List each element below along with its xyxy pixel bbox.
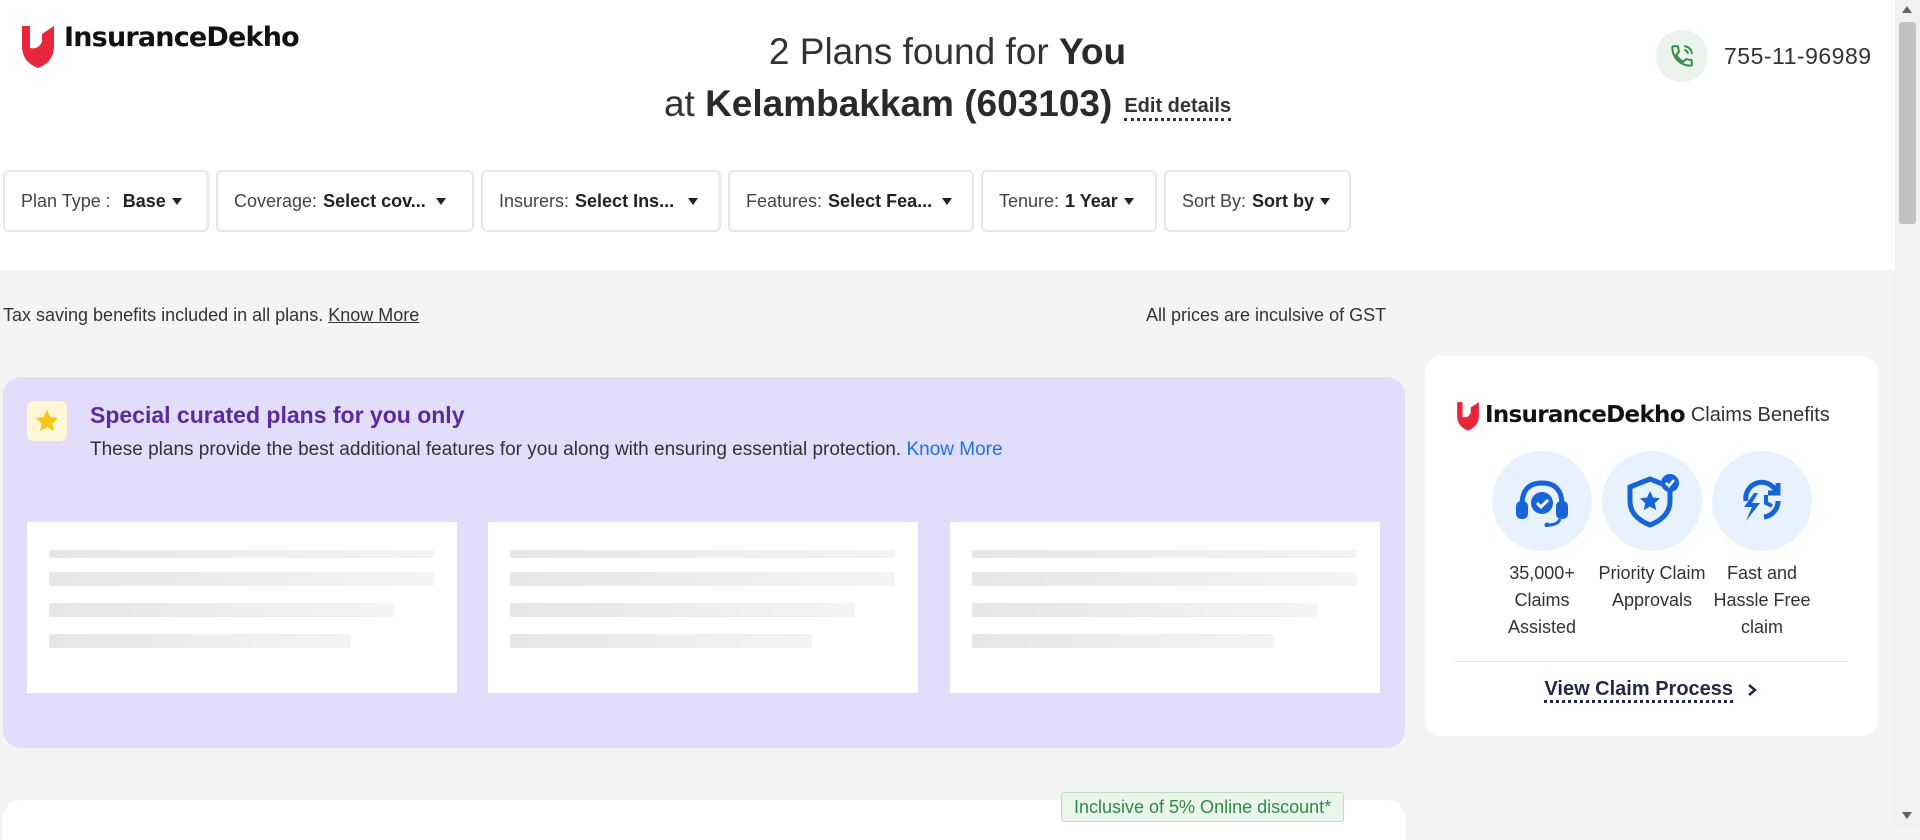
filter-value: Select cov...: [323, 190, 426, 211]
scrollbar-thumb[interactable]: [1899, 22, 1916, 224]
fast-refresh-icon: [1712, 451, 1812, 551]
claims-header: InsuranceDekho Claims Benefits: [1453, 398, 1830, 432]
vertical-scrollbar[interactable]: [1895, 0, 1920, 827]
skeleton-line: [49, 572, 434, 586]
filter-tenure[interactable]: Tenure: 1 Year: [981, 170, 1157, 232]
scroll-down-arrow-icon[interactable]: [1902, 812, 1912, 819]
benefit-text: claim: [1740, 617, 1783, 637]
edit-details-link[interactable]: Edit details: [1124, 95, 1232, 122]
filter-value: Base: [122, 190, 166, 211]
filter-value: Select Fea...: [828, 190, 933, 211]
skeleton-line: [510, 550, 895, 558]
filter-label: Sort By:: [1182, 190, 1247, 211]
filter-value: 1 Year: [1065, 190, 1118, 211]
claims-brand: InsuranceDekho: [1485, 402, 1686, 428]
claims-heading: Claims Benefits: [1690, 403, 1830, 426]
skeleton-line: [49, 603, 394, 617]
location-pincode: Kelambakkam (603103): [705, 83, 1113, 124]
filter-bar: Plan Type : Base Coverage: Select cov...…: [3, 170, 1358, 232]
skeleton-line: [972, 634, 1274, 648]
filter-plan-type[interactable]: Plan Type : Base: [3, 170, 209, 232]
filter-label: Coverage:: [234, 190, 318, 211]
skeleton-line: [510, 572, 895, 586]
caret-down-icon: [942, 197, 953, 205]
benefit-fast-claim: Fast and Hassle Free claim: [1695, 451, 1829, 641]
tax-note-text: Tax saving benefits included in all plan…: [3, 305, 324, 325]
filter-value: Sort by: [1252, 190, 1315, 211]
benefit-text: Hassle Free: [1713, 590, 1811, 610]
filter-value: Select Ins...: [575, 190, 675, 211]
online-discount-badge: Inclusive of 5% Online discount*: [1061, 792, 1345, 822]
page-title: 2 Plans found for You at Kelambakkam (60…: [0, 26, 1895, 132]
skeleton-line: [49, 550, 434, 558]
top-header: InsuranceDekho 2 Plans found for You at …: [0, 0, 1895, 270]
chevron-right-icon: [1747, 683, 1757, 696]
skeleton-line: [510, 603, 855, 617]
filter-features[interactable]: Features: Select Fea...: [728, 170, 974, 232]
filter-sort-by[interactable]: Sort By: Sort by: [1164, 170, 1351, 232]
shield-star-icon: [1602, 451, 1702, 551]
curated-description-text: These plans provide the best additional …: [90, 439, 902, 460]
title-line1-prefix: 2 Plans found for: [768, 31, 1059, 72]
curated-title: Special curated plans for you only: [90, 402, 465, 428]
insurancedekho-logo-icon: [1457, 402, 1479, 431]
view-claim-process-link[interactable]: View Claim Process: [1425, 678, 1878, 703]
caret-down-icon: [688, 197, 699, 205]
contact-phone[interactable]: 755-11-96989: [1656, 30, 1872, 82]
phone-number[interactable]: 755-11-96989: [1724, 43, 1872, 70]
skeleton-line: [972, 572, 1357, 586]
caret-down-icon: [171, 197, 182, 205]
title-line1-strong: You: [1058, 31, 1127, 72]
benefit-text: Fast and: [1726, 563, 1798, 583]
filter-label: Insurers:: [499, 190, 570, 211]
phone-icon: [1656, 30, 1708, 82]
caret-down-icon: [1320, 197, 1331, 205]
claims-benefits-card: InsuranceDekho Claims Benefits 35,000+ C…: [1425, 356, 1878, 736]
divider: [1455, 661, 1848, 662]
skeleton-line: [972, 550, 1357, 558]
plan-card-skeleton: [488, 522, 918, 693]
headset-icon: [1492, 451, 1592, 551]
curated-know-more-link[interactable]: Know More: [906, 439, 1002, 460]
filter-label: Features:: [746, 190, 823, 211]
caret-down-icon: [435, 197, 446, 205]
curated-description: These plans provide the best additional …: [90, 439, 1003, 461]
view-claim-label: View Claim Process: [1544, 678, 1734, 703]
filter-label: Plan Type :: [21, 190, 111, 211]
benefit-text: Assisted: [1507, 617, 1577, 637]
filter-insurers[interactable]: Insurers: Select Ins...: [481, 170, 721, 232]
skeleton-line: [510, 634, 812, 648]
tax-know-more-link[interactable]: Know More: [328, 305, 419, 325]
scroll-up-arrow-icon[interactable]: [1902, 6, 1912, 13]
filter-coverage[interactable]: Coverage: Select cov...: [216, 170, 474, 232]
star-icon: [27, 401, 67, 441]
curated-plans-banner: Special curated plans for you only These…: [3, 377, 1405, 748]
title-line2-prefix: at: [663, 83, 706, 124]
gst-note: All prices are inculsive of GST: [1146, 305, 1387, 325]
caret-down-icon: [1123, 197, 1134, 205]
plan-card-skeleton: [950, 522, 1380, 693]
skeleton-line: [49, 634, 351, 648]
tax-saving-note: Tax saving benefits included in all plan…: [3, 305, 419, 326]
skeleton-line: [972, 603, 1317, 617]
filter-label: Tenure:: [999, 190, 1060, 211]
plan-card-skeleton: [27, 522, 457, 693]
